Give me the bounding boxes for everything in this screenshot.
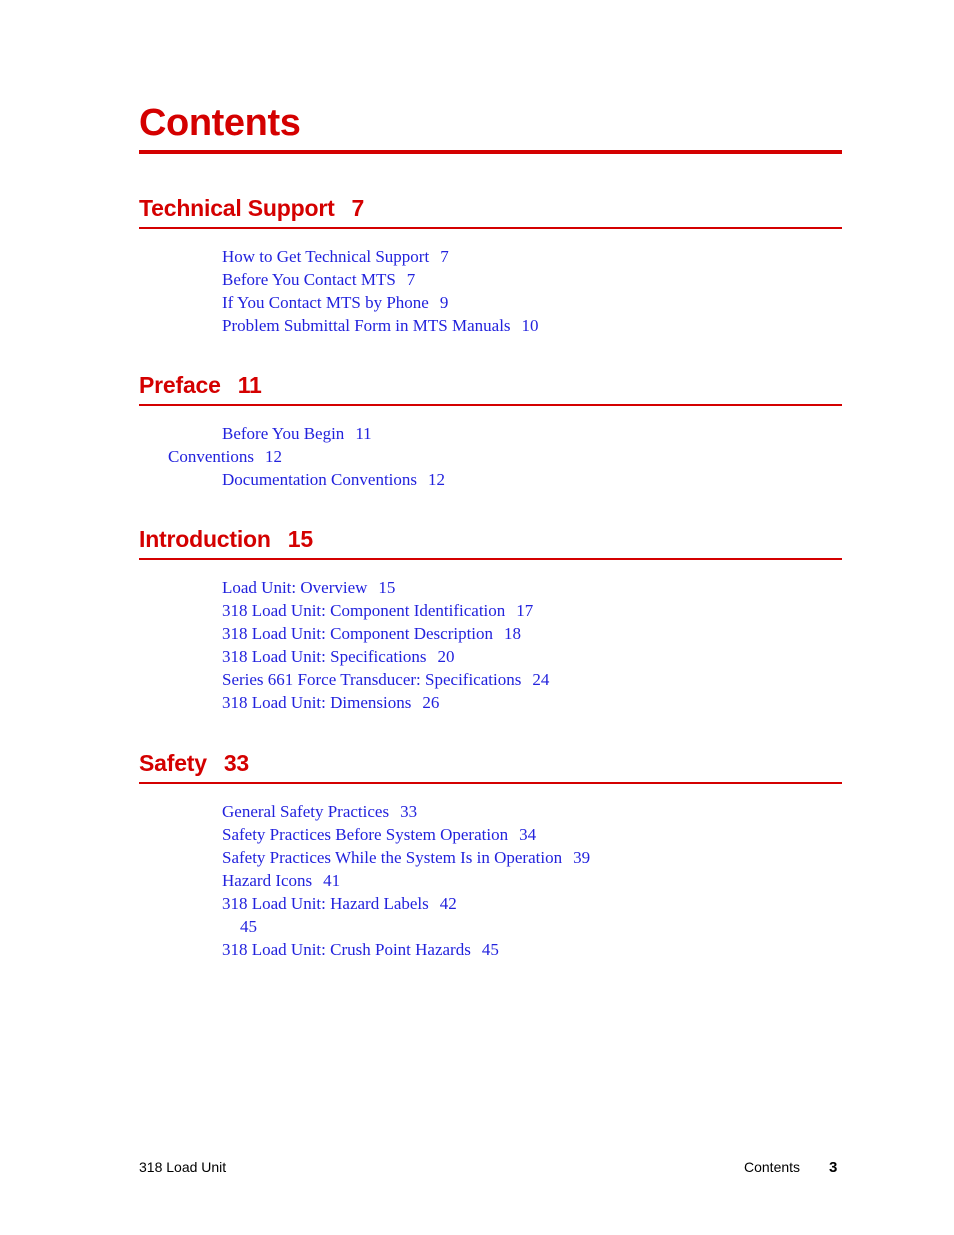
toc-entry[interactable]: 318 Load Unit: Specifications 20 <box>222 645 454 668</box>
section-heading-title: Preface <box>139 372 221 398</box>
section-heading-title: Introduction <box>139 526 271 552</box>
toc-entry-page-number: 18 <box>504 624 522 643</box>
toc-entry-title: Safety Practices Before System Operation <box>222 825 509 844</box>
section-heading[interactable]: Technical Support 7 <box>139 195 364 222</box>
toc-entry-page-number: 45 <box>481 940 499 959</box>
toc-entry-title: Before You Contact MTS <box>222 270 396 289</box>
toc-entry[interactable]: Safety Practices While the System Is in … <box>222 846 590 869</box>
footer-page-number: 3 <box>829 1159 838 1176</box>
toc-entry-title: General Safety Practices <box>222 802 390 821</box>
toc-entry-page-number: 11 <box>355 424 372 443</box>
toc-entry-title: 318 Load Unit: Crush Point Hazards <box>222 940 471 959</box>
toc-entry-title: Safety Practices While the System Is in … <box>222 848 563 867</box>
section-divider-rule <box>139 782 842 784</box>
toc-entry-page-number: 15 <box>378 578 396 597</box>
toc-entry-page-number: 41 <box>323 871 341 890</box>
section-heading-page-number: 11 <box>237 372 262 398</box>
document-page: Contents Technical Support 7 How to Get Te… <box>0 0 954 1235</box>
section-heading-page-number: 15 <box>287 526 313 552</box>
title-divider-rule <box>139 150 842 154</box>
section-heading-page-number: 7 <box>351 195 365 221</box>
section-heading-page-number: 33 <box>223 750 250 776</box>
toc-entry[interactable]: 318 Load Unit: Dimensions 26 <box>222 691 439 714</box>
toc-entry-title: Documentation Conventions <box>222 470 418 489</box>
section-heading-title: Safety <box>139 750 207 776</box>
section-heading[interactable]: Introduction 15 <box>139 526 313 553</box>
toc-entry-title: Hazard Icons <box>222 871 313 890</box>
toc-entry-title: Conventions <box>168 447 254 466</box>
toc-entry[interactable]: Hazard Icons 41 <box>222 869 340 892</box>
section-heading[interactable]: Safety 33 <box>139 750 249 777</box>
toc-entry-page-number: 20 <box>437 647 455 666</box>
toc-entry-page-number: 34 <box>519 825 537 844</box>
footer-section-name: Contents <box>744 1159 801 1175</box>
toc-entry-page-number: 24 <box>532 670 550 689</box>
footer-document-name: 318 Load Unit <box>139 1159 227 1175</box>
toc-entry-title: 318 Load Unit: Dimensions <box>222 693 412 712</box>
toc-entry-title: 318 Load Unit: Component Identification <box>222 601 506 620</box>
section-divider-rule <box>139 558 842 560</box>
toc-entry[interactable]: 318 Load Unit: Crush Point Hazards 45 <box>222 938 499 961</box>
toc-entry-page-number: 33 <box>400 802 418 821</box>
toc-entry-page-number: 10 <box>521 316 539 335</box>
toc-entry-page-number: 45 <box>240 917 257 936</box>
toc-entry[interactable]: 45 <box>240 915 257 938</box>
toc-entry-page-number: 9 <box>439 293 449 312</box>
toc-entry-page-number: 12 <box>428 470 446 489</box>
toc-entry-title: Load Unit: Overview <box>222 578 368 597</box>
page-footer: 318 Load Unit Contents 3 <box>0 1159 954 1181</box>
toc-entry-page-number: 17 <box>516 601 534 620</box>
section-divider-rule <box>139 227 842 229</box>
toc-entry[interactable]: Before You Contact MTS 7 <box>222 268 415 291</box>
toc-entry[interactable]: 318 Load Unit: Component Identification 1… <box>222 599 533 622</box>
toc-entry-title: 318 Load Unit: Specifications <box>222 647 427 666</box>
toc-entry[interactable]: If You Contact MTS by Phone 9 <box>222 291 448 314</box>
toc-entry-page-number: 12 <box>264 447 282 466</box>
toc-entry-page-number: 42 <box>439 894 457 913</box>
toc-entry[interactable]: Documentation Conventions 12 <box>222 468 445 491</box>
toc-entry-title: Before You Begin <box>222 424 345 443</box>
toc-entry-page-number: 7 <box>440 247 449 266</box>
toc-entry[interactable]: Conventions 12 <box>168 445 282 468</box>
toc-entry[interactable]: Load Unit: Overview 15 <box>222 576 395 599</box>
section-divider-rule <box>139 404 842 406</box>
toc-entry[interactable]: How to Get Technical Support 7 <box>222 245 449 268</box>
toc-entry[interactable]: 318 Load Unit: Hazard Labels 42 <box>222 892 457 915</box>
section-heading-title: Technical Support <box>139 195 335 221</box>
toc-entry[interactable]: General Safety Practices 33 <box>222 800 417 823</box>
toc-entry[interactable]: 318 Load Unit: Component Description 18 <box>222 622 521 645</box>
toc-entry-title: 318 Load Unit: Component Description <box>222 624 494 643</box>
toc-entry-title: If You Contact MTS by Phone <box>222 293 429 312</box>
toc-entry[interactable]: Safety Practices Before System Operation… <box>222 823 536 846</box>
toc-entry[interactable]: Problem Submittal Form in MTS Manuals 10 <box>222 314 539 337</box>
toc-entry-page-number: 7 <box>406 270 416 289</box>
toc-entry-title: How to Get Technical Support <box>222 247 430 266</box>
toc-entry-title: 318 Load Unit: Hazard Labels <box>222 894 429 913</box>
toc-entry-page-number: 26 <box>422 693 440 712</box>
toc-entry-page-number: 39 <box>573 848 591 867</box>
toc-entry[interactable]: Before You Begin 11 <box>222 422 372 445</box>
toc-entry-title: Series 661 Force Transducer: Specificati… <box>222 670 522 689</box>
toc-entry[interactable]: Series 661 Force Transducer: Specificati… <box>222 668 549 691</box>
toc-entry-title: Problem Submittal Form in MTS Manuals <box>222 316 511 335</box>
page-title: Contents <box>139 102 301 144</box>
section-heading[interactable]: Preface 11 <box>139 372 262 399</box>
